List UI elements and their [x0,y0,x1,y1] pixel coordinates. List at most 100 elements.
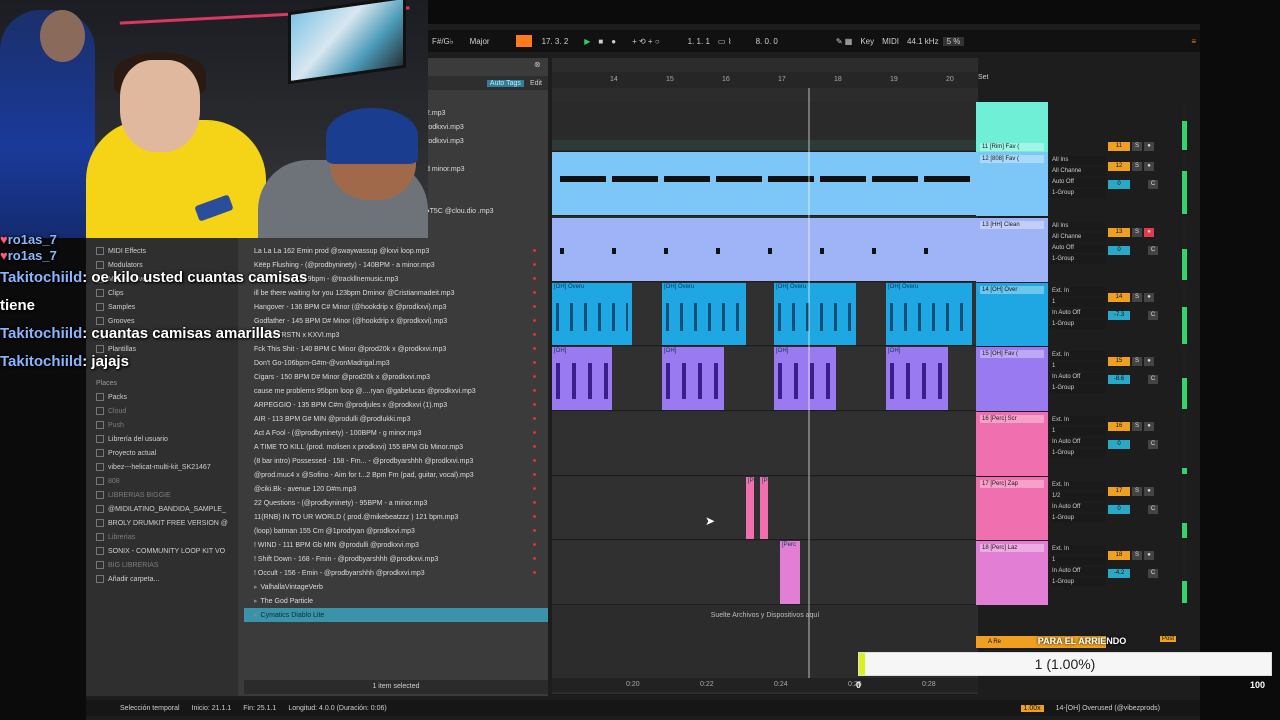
chat-username[interactable]: ro1as_7 [8,232,57,247]
file-row[interactable]: cause me problems 95bpm loop @....ryan @… [244,384,548,398]
file-row[interactable]: ARPEGGIO - 135 BPM C#m @prodjules x @pro… [244,398,548,412]
output-selector[interactable]: 1-Group [1050,514,1106,523]
io-selector[interactable]: Ext. In [1050,416,1106,425]
drop-zone-text[interactable]: Suelte Archivos y Dispositivos aquí [552,612,978,619]
track-name[interactable]: 15 [OH] Fav ( [980,350,1044,358]
list-item[interactable]: rodkxvi.mp3 [426,120,544,134]
scale-selector[interactable]: Major [466,37,494,46]
file-row[interactable]: ! Occult - 156 - Emin - @prodbyarshhh @p… [244,566,548,580]
time-ruler[interactable]: 0:20 0:22 0:24 0:26 0:28 [552,678,978,692]
stop-icon[interactable]: ■ [594,37,607,46]
metronome-button[interactable] [515,35,532,47]
file-row[interactable]: A TIME TO KILL (prod. molisen x prodkxvi… [244,440,548,454]
chat-username[interactable]: ro1as_7 [8,248,57,263]
io-selector[interactable]: 1 [1050,298,1106,307]
io-selector[interactable]: In Auto Off [1050,503,1106,512]
clip[interactable]: [OH] [662,347,724,410]
file-row[interactable]: (loop) batman 155 Cm @1prodryan @prodkxv… [244,524,548,538]
track-lane[interactable] [552,218,976,282]
song-position[interactable]: 17. 3. 2 [538,37,573,46]
clip[interactable] [552,218,976,281]
file-row[interactable]: Act A Fool - (@prodbyninety) - 100BPM - … [244,426,548,440]
track-header[interactable]: 15 [OH] Fav ( [976,347,1048,411]
track-name[interactable]: 13 [HH] Clean [980,221,1044,229]
track-lane[interactable]: [Perc [552,541,976,605]
io-selector[interactable]: 1 [1050,362,1106,371]
arm-icon[interactable]: ● [1144,293,1154,302]
clip[interactable] [552,152,976,215]
file-row[interactable]: @prod.muc4 x @Sofino - Aim for t...2 Bpm… [244,468,548,482]
track-header[interactable]: 13 [HH] Clean [976,218,1048,282]
folder-row[interactable]: Cymatics Diablo Lite [244,608,548,622]
output-selector[interactable]: 1-Group [1050,578,1106,587]
clip[interactable]: [OH] Overu [886,283,972,345]
place-item[interactable]: vibez---helicat-multi-kit_SK21467 [86,460,238,474]
key-button[interactable]: Key [856,37,878,46]
io-selector[interactable]: All Channe [1050,233,1106,242]
key-selector[interactable]: F#/G♭ [428,37,458,46]
chat-username[interactable]: Takitochiild [0,325,82,342]
volume-field[interactable]: -8.6 [1108,375,1130,384]
pan-field[interactable]: C [1148,246,1158,255]
io-selector[interactable]: Ext. In [1050,481,1106,490]
arm-icon[interactable]: ● [1144,422,1154,431]
volume-field[interactable]: 0 [1108,505,1130,514]
place-item[interactable]: @MIDILATINO_BANDIDA_SAMPLE_ [86,502,238,516]
place-item[interactable]: SONIX - COMMUNITY LOOP KIT VO [86,544,238,558]
record-icon[interactable]: ● [607,37,620,46]
track-activator[interactable]: 15 [1108,357,1130,366]
io-selector[interactable]: Ext. In [1050,351,1106,360]
track-activator[interactable]: 11 [1108,142,1130,151]
io-selector[interactable]: All Ins [1050,222,1106,231]
volume-field[interactable]: -4.2 [1108,569,1130,578]
io-selector[interactable]: Auto Off [1050,178,1106,187]
output-selector[interactable]: 1-Group [1050,189,1106,198]
clip[interactable]: [OH] Overu [662,283,746,345]
solo-button[interactable]: S [1132,142,1142,151]
track-name[interactable]: 12 [808] Fav ( [980,155,1044,163]
pan-field[interactable]: C [1148,505,1158,514]
track-header[interactable]: 18 [Perc] Laz [976,541,1048,605]
pan-field[interactable]: C [1148,440,1158,449]
track-lane[interactable]: [OH] [OH] [OH] [OH] [552,347,976,411]
arm-icon[interactable]: ● [1144,551,1154,560]
track-name[interactable]: 14 [OH] Over [980,286,1044,294]
arm-icon[interactable]: ● [1144,487,1154,496]
folder-row[interactable]: The God Particle [244,594,548,608]
track-activator[interactable]: 12 [1108,162,1130,171]
pan-field[interactable]: C [1148,375,1158,384]
solo-button[interactable]: S [1132,293,1142,302]
play-icon[interactable]: ▶ [580,37,594,46]
midi-button[interactable]: MIDI [878,37,903,46]
io-selector[interactable]: In Auto Off [1050,438,1106,447]
track-header[interactable]: 12 [808] Fav ( [976,152,1048,216]
track-activator[interactable]: 18 [1108,551,1130,560]
solo-button[interactable]: S [1132,357,1142,366]
set-button[interactable]: Set [978,74,989,81]
output-selector[interactable]: 1-Group [1050,449,1106,458]
track-activator[interactable]: 17 [1108,487,1130,496]
list-item[interactable]: rodkxvi.mp3 [426,134,544,148]
io-selector[interactable]: In Auto Off [1050,309,1106,318]
io-selector[interactable]: 1 [1050,556,1106,565]
io-selector[interactable]: Ext. In [1050,287,1106,296]
place-item[interactable]: LIBRERIAS BIGGIE [86,488,238,502]
io-selector[interactable]: 1 [1050,427,1106,436]
zoom-level[interactable]: 1.00x [1020,704,1044,712]
loop-start[interactable]: 1. 1. 1 [684,37,714,46]
file-row[interactable]: (8 bar intro) Possessed - 158 - Fm... - … [244,454,548,468]
arm-icon[interactable]: ● [1144,162,1154,171]
solo-button[interactable]: S [1132,422,1142,431]
track-name[interactable]: 17 [Perc] Zap [980,480,1044,488]
io-selector[interactable]: All Channe [1050,167,1106,176]
volume-field[interactable]: 0 [1108,180,1130,189]
arm-icon[interactable]: ● [1144,357,1154,366]
io-selector[interactable]: All Ins [1050,156,1106,165]
loop-icons[interactable]: ▭ ⌇ [714,37,736,46]
io-selector[interactable]: In Auto Off [1050,373,1106,382]
io-selector[interactable]: 1/2 [1050,492,1106,501]
file-row[interactable]: 11(RNB) IN TO UR WORLD ( prod.@mikebeatz… [244,510,548,524]
track-name[interactable]: 16 [Perc] Scr [980,415,1044,423]
pan-field[interactable]: C [1148,569,1158,578]
list-item[interactable]: 2.mp3 [426,106,544,120]
